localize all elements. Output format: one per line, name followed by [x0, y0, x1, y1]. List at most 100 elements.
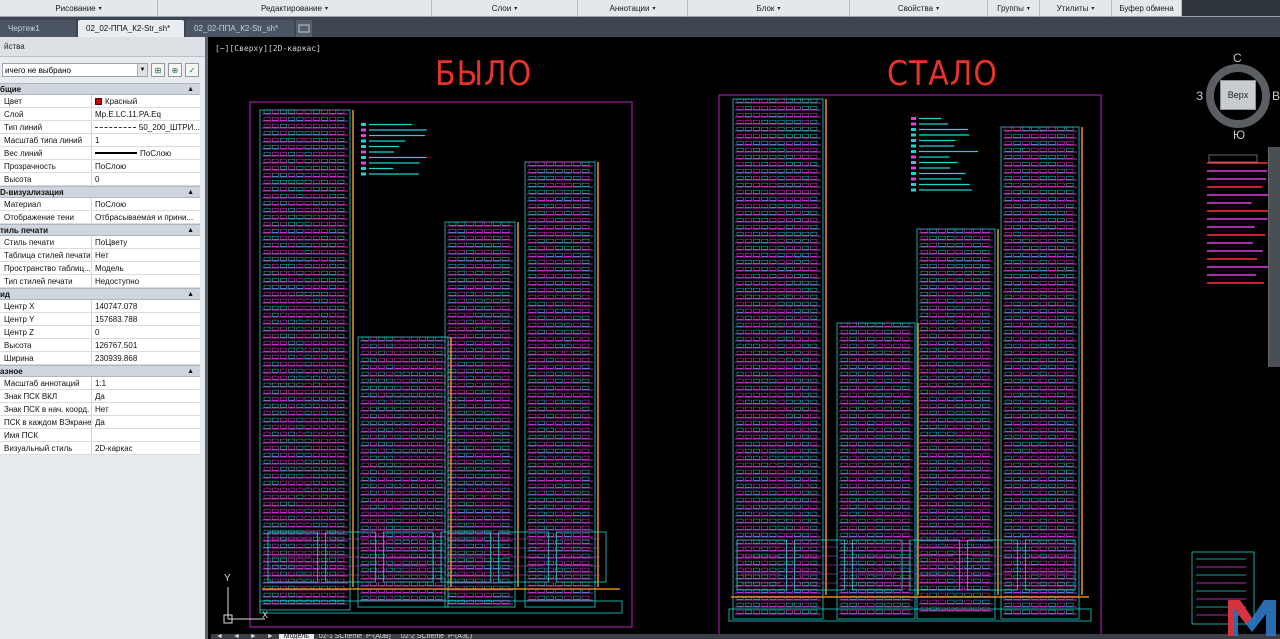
ribbon-group-clipboard[interactable]: Буфер обмена [1112, 0, 1182, 17]
prop-value[interactable]: 50_200_ШТРИ... [92, 121, 200, 133]
sheet-before-column-3-device [581, 329, 590, 334]
compass-west[interactable]: З [1196, 89, 1203, 103]
prop-value[interactable]: ПоЦвету [92, 236, 200, 248]
prop-value[interactable]: ПоСлою [92, 198, 200, 210]
new-tab-button[interactable] [296, 20, 312, 37]
sheet-after-column-3-device [1057, 518, 1065, 523]
sheet-after-column-3-device [1039, 343, 1048, 348]
prop-value[interactable] [92, 429, 200, 441]
tab-layout-2[interactable]: 02-2 SCheme_P-(A3L) [396, 634, 477, 639]
sheet-after-column-3-device [1022, 434, 1030, 439]
prop-row-lineweight[interactable]: Вес линий ПоСлою [0, 147, 200, 160]
prop-row-ucs-on[interactable]: Знак ПСК ВКЛ Да [0, 390, 200, 403]
prop-value[interactable]: 1:1 [92, 377, 200, 389]
prop-row-ltscale[interactable]: Масштаб типа линий 1 [0, 134, 200, 147]
tab-layout-1[interactable]: 02-1 SCheme_P-(A0B) [314, 634, 396, 639]
tab-model[interactable]: Модель [278, 634, 314, 639]
prop-row-color[interactable]: Цвет Красный [0, 95, 200, 108]
prop-row-layer[interactable]: Слой Mp.E.LC.11.PA.Eq [0, 108, 200, 121]
drawing-canvas[interactable]: [−][Сверху][2D-каркас] БЫЛО СТАЛО Y X Ве… [211, 37, 1280, 634]
section-general-header[interactable]: бщие ▲ [0, 83, 200, 95]
prop-row-shadow[interactable]: Отображение тени Отбрасываемая и прини... [0, 211, 200, 224]
prop-value[interactable]: 157683.788 [92, 313, 200, 325]
tab-prev-button[interactable]: ◄ [228, 634, 245, 639]
prop-row-center-z[interactable]: Центр Z0 [0, 326, 200, 339]
ribbon-group-layers[interactable]: Слои ▾ [432, 0, 578, 17]
prop-value[interactable]: 1 [92, 134, 200, 146]
prop-value[interactable]: Да [92, 390, 200, 402]
prop-value[interactable]: 0 [92, 173, 200, 185]
prop-value[interactable]: Недоступно [92, 275, 200, 287]
prop-row-center-y[interactable]: Центр Y 157683.788 [0, 313, 200, 326]
prop-row-ucs-origin[interactable]: Знак ПСК в нач. коорд. Нет [0, 403, 200, 416]
prop-row-plot-type[interactable]: Тип стилей печати Недоступно [0, 275, 200, 288]
file-tab-second[interactable]: 02_02-ППА_К2-Str_sh* [186, 20, 294, 37]
prop-value[interactable]: Да [92, 416, 200, 428]
prop-row-visual-style[interactable]: Визуальный стиль 2D-каркас [0, 442, 200, 455]
prop-value[interactable]: 140747.078 [92, 300, 200, 312]
viewcube-top-face[interactable]: Верх [1220, 80, 1256, 110]
tab-next-button[interactable]: ► [245, 634, 262, 639]
section-view-header[interactable]: ид ▲ [0, 288, 200, 300]
prop-row-ucs-name[interactable]: Имя ПСК [0, 429, 200, 442]
prop-value[interactable]: Нет [92, 403, 200, 415]
sheet-before-column-2-device [466, 354, 474, 359]
prop-value[interactable]: Нет [92, 249, 200, 261]
prop-value[interactable]: 0 [92, 326, 200, 338]
prop-row-view-height[interactable]: Высота 126767.501 [0, 339, 200, 352]
sheet-after-column-2-device [947, 298, 955, 303]
prop-row-ucs-per-viewport[interactable]: ПСК в каждом ВЭкране Да [0, 416, 200, 429]
prop-row-view-width[interactable]: Ширина 230939.868 [0, 352, 200, 365]
viewport-controls-label[interactable]: [−][Сверху][2D-каркас] [215, 44, 321, 53]
prop-value[interactable]: 126767.501 [92, 339, 200, 351]
tab-last-button[interactable]: ► [262, 634, 279, 639]
object-type-select[interactable]: ичего не выбрано ▼ [2, 63, 148, 77]
prop-value[interactable]: ПоСлою [92, 160, 200, 172]
prop-row-plot-table[interactable]: Таблица стилей печати Нет [0, 249, 200, 262]
prop-row-center-x[interactable]: Центр X 140747.078 [0, 300, 200, 313]
compass-north[interactable]: С [1233, 51, 1242, 65]
prop-row-material[interactable]: Материал ПоСлою [0, 198, 200, 211]
tab-first-button[interactable]: ◄ [211, 634, 228, 639]
ribbon-group-annotation[interactable]: Аннотации ▾ [578, 0, 688, 17]
sheet-after-column-1-device [893, 546, 901, 551]
section-plot-style-header[interactable]: тиль печати ▲ [0, 224, 200, 236]
prop-row-thickness[interactable]: Высота 0 [0, 173, 200, 186]
sheet-after-column-3-device [1066, 497, 1074, 502]
navigation-bar[interactable] [1268, 147, 1280, 367]
prop-row-plot-style[interactable]: Стиль печати ПоЦвету [0, 236, 200, 249]
ribbon-group-properties[interactable]: Свойства ▾ [850, 0, 988, 17]
toggle-pickadd-button[interactable]: ⊞ [151, 63, 165, 77]
file-tab-drawing1[interactable]: Чертеж1 [0, 20, 76, 37]
ribbon-group-block[interactable]: Блок ▾ [688, 0, 850, 17]
ribbon-group-groups[interactable]: Группы ▾ [988, 0, 1040, 17]
compass-south[interactable]: Ю [1233, 128, 1245, 142]
compass-east[interactable]: В [1272, 89, 1280, 103]
quick-select-button[interactable]: ✓ [185, 63, 199, 77]
prop-value[interactable]: Модель [92, 262, 200, 274]
sheet-after-column-3-device [1048, 525, 1056, 530]
section-3d-viz-header[interactable]: D-визуализация ▲ [0, 186, 200, 198]
prop-value[interactable]: 230939.868 [92, 352, 200, 364]
prop-value[interactable]: 2D-каркас [92, 442, 200, 454]
ribbon-group-utilities[interactable]: Утилиты ▾ [1040, 0, 1112, 17]
sheet-after-column-3-device [1048, 161, 1056, 166]
prop-value[interactable]: Mp.E.LC.11.PA.Eq [92, 108, 200, 120]
prop-value[interactable]: ПоСлою [92, 147, 200, 159]
select-objects-button[interactable]: ⊕ [168, 63, 182, 77]
file-tab-active[interactable]: 02_02-ППА_К2-Str_sh* [78, 20, 184, 37]
sheet-after-column-0-device [802, 119, 810, 124]
prop-row-linetype[interactable]: Тип линий 50_200_ШТРИ... [0, 121, 200, 134]
ribbon-group-modify[interactable]: Редактирование ▾ [158, 0, 432, 17]
sheet-after-column-0-device [802, 98, 810, 103]
prop-row-transparency[interactable]: Прозрачность ПоСлою [0, 160, 200, 173]
sheet-after-column-2-device [964, 564, 972, 569]
prop-row-anno-scale[interactable]: Масштаб аннотаций 1:1 [0, 377, 200, 390]
prop-value[interactable]: Отбрасываемая и прини... [92, 211, 200, 223]
prop-value[interactable]: Красный [92, 95, 200, 107]
sheet-before-column-3-device [564, 210, 572, 215]
prop-row-plot-space[interactable]: Пространство таблиц... Модель [0, 262, 200, 275]
ribbon-group-draw[interactable]: Рисование ▾ [0, 0, 158, 17]
viewcube[interactable]: Верх С Ю З В [1196, 51, 1280, 142]
section-misc-header[interactable]: азное ▲ [0, 365, 200, 377]
